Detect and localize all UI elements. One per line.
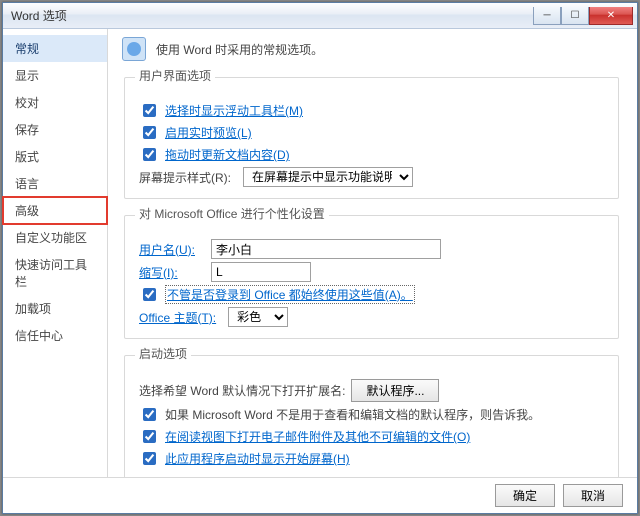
label-always-use: 不管是否登录到 Office 都始终使用这些值(A)。 (165, 285, 415, 304)
sidebar-item-trust-center[interactable]: 信任中心 (3, 322, 107, 349)
maximize-button[interactable]: ☐ (561, 7, 589, 25)
label-initials: 缩写(I): (139, 264, 199, 281)
cancel-button[interactable]: 取消 (563, 484, 623, 507)
sidebar-item-general[interactable]: 常规 (3, 35, 107, 62)
label-tell-default: 如果 Microsoft Word 不是用于查看和编辑文档的默认程序，则告诉我。 (165, 406, 540, 423)
checkbox-always-use[interactable] (143, 288, 156, 301)
ok-button[interactable]: 确定 (495, 484, 555, 507)
sidebar: 常规 显示 校对 保存 版式 语言 高级 自定义功能区 快速访问工具栏 加载项 … (3, 29, 108, 477)
titlebar: Word 选项 ─ ☐ ✕ (3, 3, 637, 29)
dialog-footer: 确定 取消 (3, 477, 637, 513)
label-reading-view: 在阅读视图下打开电子邮件附件及其他不可编辑的文件(O) (165, 428, 470, 445)
panel-header-text: 使用 Word 时采用的常规选项。 (156, 41, 323, 58)
group-startup-title: 启动选项 (135, 345, 191, 362)
label-default-ext: 选择希望 Word 默认情况下打开扩展名: (139, 382, 345, 399)
sidebar-item-layout[interactable]: 版式 (3, 143, 107, 170)
checkbox-live-preview[interactable] (143, 126, 156, 139)
sidebar-item-customize-ribbon[interactable]: 自定义功能区 (3, 224, 107, 251)
main-panel: 使用 Word 时采用的常规选项。 用户界面选项 选择时显示浮动工具栏(M) 启… (108, 29, 637, 477)
button-default-programs[interactable]: 默认程序... (351, 379, 439, 402)
checkbox-tell-default[interactable] (143, 408, 156, 421)
window-title: Word 选项 (11, 7, 533, 24)
sidebar-item-save[interactable]: 保存 (3, 116, 107, 143)
group-ui-title: 用户界面选项 (135, 67, 215, 84)
label-drag-update: 拖动时更新文档内容(D) (165, 146, 290, 163)
group-startup: 启动选项 选择希望 Word 默认情况下打开扩展名: 默认程序... 如果 Mi… (124, 347, 619, 477)
label-screentip-style: 屏幕提示样式(R): (139, 169, 231, 186)
minimize-button[interactable]: ─ (533, 7, 561, 25)
select-office-theme[interactable]: 彩色 (228, 307, 288, 327)
group-personalize-title: 对 Microsoft Office 进行个性化设置 (135, 205, 329, 222)
sidebar-item-quick-access[interactable]: 快速访问工具栏 (3, 251, 107, 295)
close-button[interactable]: ✕ (589, 7, 633, 25)
select-screentip-style[interactable]: 在屏幕提示中显示功能说明 (243, 167, 413, 187)
panel-header: 使用 Word 时采用的常规选项。 (122, 37, 621, 61)
label-office-theme: Office 主题(T): (139, 309, 216, 326)
group-personalize: 对 Microsoft Office 进行个性化设置 用户名(U): 缩写(I)… (124, 207, 619, 339)
group-ui-options: 用户界面选项 选择时显示浮动工具栏(M) 启用实时预览(L) 拖动时更新文档内容… (124, 69, 619, 199)
sidebar-item-display[interactable]: 显示 (3, 62, 107, 89)
checkbox-start-screen[interactable] (143, 452, 156, 465)
general-icon (122, 37, 146, 61)
sidebar-item-advanced[interactable]: 高级 (3, 197, 107, 224)
checkbox-mini-toolbar[interactable] (143, 104, 156, 117)
checkbox-drag-update[interactable] (143, 148, 156, 161)
sidebar-item-proofing[interactable]: 校对 (3, 89, 107, 116)
dialog-body: 常规 显示 校对 保存 版式 语言 高级 自定义功能区 快速访问工具栏 加载项 … (3, 29, 637, 477)
input-initials[interactable] (211, 262, 311, 282)
sidebar-item-addins[interactable]: 加载项 (3, 295, 107, 322)
dialog-window: Word 选项 ─ ☐ ✕ 常规 显示 校对 保存 版式 语言 高级 自定义功能… (2, 2, 638, 514)
label-start-screen: 此应用程序启动时显示开始屏幕(H) (165, 450, 350, 467)
label-mini-toolbar: 选择时显示浮动工具栏(M) (165, 102, 303, 119)
sidebar-item-language[interactable]: 语言 (3, 170, 107, 197)
label-username: 用户名(U): (139, 241, 199, 258)
label-live-preview: 启用实时预览(L) (165, 124, 252, 141)
checkbox-reading-view[interactable] (143, 430, 156, 443)
input-username[interactable] (211, 239, 441, 259)
window-buttons: ─ ☐ ✕ (533, 7, 633, 25)
